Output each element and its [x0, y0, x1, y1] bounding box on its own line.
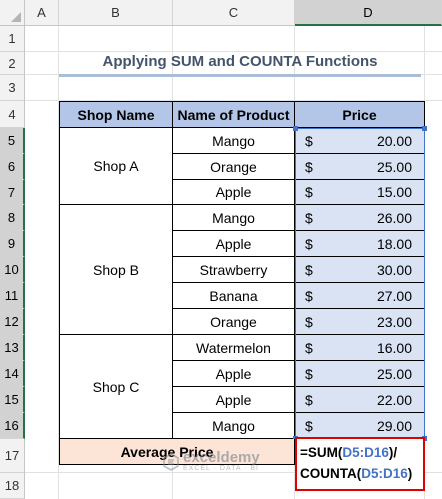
currency-symbol: $ [305, 417, 313, 434]
price-cell[interactable]: $22.00 [295, 387, 425, 413]
title-underline [59, 74, 421, 77]
price-value: 15.00 [376, 184, 412, 200]
product-cell[interactable]: Mango [173, 128, 295, 154]
price-cell[interactable]: $15.00 [295, 180, 425, 205]
currency-symbol: $ [305, 391, 313, 408]
currency-symbol: $ [305, 209, 313, 226]
product-cell[interactable]: Mango [173, 413, 295, 439]
price-value: 20.00 [376, 132, 412, 149]
price-cell[interactable]: $29.00 [295, 413, 425, 439]
row-header[interactable]: 3 [0, 75, 25, 101]
exceldemy-watermark: exceldemy EXCEL · DATA · BI [162, 444, 272, 480]
price-value: 27.00 [376, 287, 412, 304]
shop-b-cell[interactable]: Shop B [59, 205, 173, 335]
price-cell[interactable]: $25.00 [295, 361, 425, 387]
currency-symbol: $ [305, 184, 313, 200]
row-header[interactable]: 15 [0, 387, 25, 413]
formula-range-ref: D5:D16 [361, 466, 408, 481]
watermark-name: exceldemy [183, 449, 260, 466]
row-header[interactable]: 11 [0, 283, 25, 309]
price-cell[interactable]: $23.00 [295, 309, 425, 335]
formula-text: ) [407, 466, 413, 481]
watermark-tagline: EXCEL · DATA · BI [183, 465, 259, 472]
price-value: 22.00 [376, 391, 412, 408]
product-cell[interactable]: Apple [173, 180, 295, 205]
column-header-a[interactable]: A [25, 0, 59, 26]
price-cell[interactable]: $18.00 [295, 231, 425, 257]
price-value: 29.00 [376, 417, 412, 434]
select-all-corner[interactable] [0, 0, 25, 26]
row-header[interactable]: 5 [0, 128, 25, 154]
column-header-d[interactable]: D [295, 0, 442, 26]
row-header[interactable]: 7 [0, 180, 25, 205]
row-header[interactable]: 8 [0, 205, 25, 231]
formula-range-ref: D5:D16 [342, 445, 389, 460]
row-header[interactable]: 17 [0, 439, 25, 473]
price-cell[interactable]: $30.00 [295, 257, 425, 283]
row-header[interactable]: 2 [0, 52, 25, 75]
row-header[interactable]: 13 [0, 335, 25, 361]
product-cell[interactable]: Mango [173, 205, 295, 231]
product-cell[interactable]: Orange [173, 309, 295, 335]
product-cell[interactable]: Apple [173, 361, 295, 387]
row-header[interactable]: 16 [0, 413, 25, 439]
currency-symbol: $ [305, 313, 313, 330]
price-value: 30.00 [376, 261, 412, 278]
price-value: 25.00 [376, 158, 412, 175]
currency-symbol: $ [305, 261, 313, 278]
shop-c-cell[interactable]: Shop C [59, 335, 173, 439]
sheet-title: Applying SUM and COUNTA Functions [102, 52, 378, 70]
currency-symbol: $ [305, 287, 313, 304]
price-value: 18.00 [376, 235, 412, 252]
formula-text: =SUM( [300, 445, 343, 460]
formula-line-2: COUNTA(D5:D16) [300, 463, 423, 484]
column-header-b[interactable]: B [59, 0, 173, 26]
price-value: 16.00 [376, 339, 412, 356]
product-cell[interactable]: Orange [173, 154, 295, 180]
row-header[interactable]: 10 [0, 257, 25, 283]
row-header[interactable]: 9 [0, 231, 25, 257]
price-cell[interactable]: $20.00 [295, 128, 425, 154]
formula-line-1: =SUM(D5:D16)/ [300, 442, 423, 463]
header-price[interactable]: Price [295, 101, 425, 128]
product-cell[interactable]: Strawberry [173, 257, 295, 283]
column-header-c[interactable]: C [173, 0, 295, 26]
row-header[interactable]: 18 [0, 473, 25, 499]
formula-edit-cell[interactable]: =SUM(D5:D16)/ COUNTA(D5:D16) [295, 437, 425, 491]
row-header[interactable]: 14 [0, 361, 25, 387]
price-value: 25.00 [376, 365, 412, 382]
header-product[interactable]: Name of Product [173, 101, 295, 128]
row-header[interactable]: 1 [0, 26, 25, 52]
row-header[interactable]: 4 [0, 101, 25, 128]
product-cell[interactable]: Watermelon [173, 335, 295, 361]
row-header[interactable]: 6 [0, 154, 25, 180]
price-value: 26.00 [376, 209, 412, 226]
currency-symbol: $ [305, 158, 313, 175]
shop-a-cell[interactable]: Shop A [59, 128, 173, 205]
currency-symbol: $ [305, 339, 313, 356]
price-cell[interactable]: $26.00 [295, 205, 425, 231]
price-cell[interactable]: $16.00 [295, 335, 425, 361]
price-value: 23.00 [376, 313, 412, 330]
spreadsheet: A B C D 1 2 3 4 5 6 7 8 9 10 11 12 13 14… [0, 0, 442, 499]
currency-symbol: $ [305, 132, 313, 149]
currency-symbol: $ [305, 365, 313, 382]
currency-symbol: $ [305, 235, 313, 252]
price-cell[interactable]: $25.00 [295, 154, 425, 180]
product-cell[interactable]: Banana [173, 283, 295, 309]
price-cell[interactable]: $27.00 [295, 283, 425, 309]
product-cell[interactable]: Apple [173, 231, 295, 257]
product-cell[interactable]: Apple [173, 387, 295, 413]
formula-text: COUNTA( [300, 466, 362, 481]
formula-text: )/ [388, 445, 398, 460]
header-shop-name[interactable]: Shop Name [59, 101, 173, 128]
row-header[interactable]: 12 [0, 309, 25, 335]
exceldemy-logo-icon [163, 453, 179, 471]
